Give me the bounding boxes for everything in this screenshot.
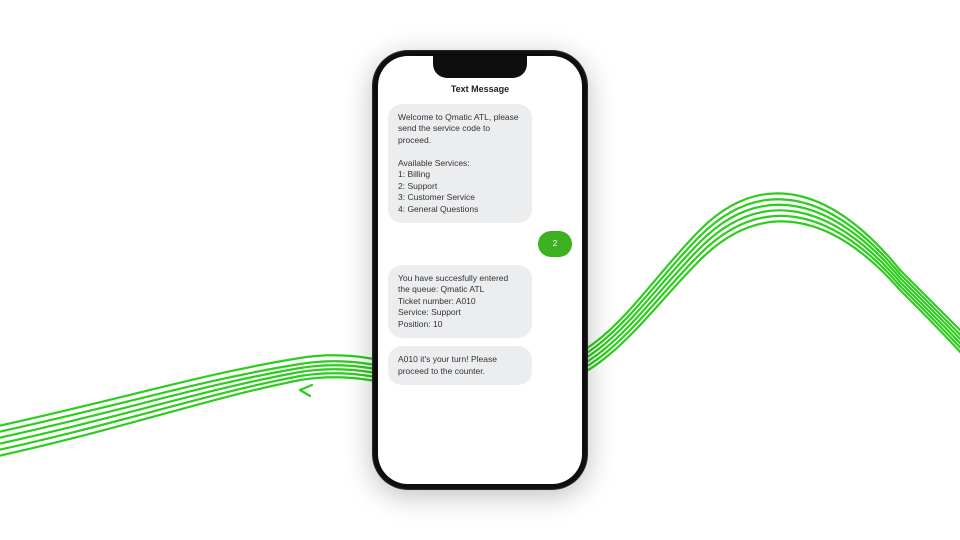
incoming-message: A010 it's your turn! Please proceed to t… — [388, 346, 532, 385]
phone-screen: Text Message Welcome to Qmatic ATL, plea… — [378, 56, 582, 484]
phone-notch — [433, 56, 527, 78]
incoming-message: Welcome to Qmatic ATL, please send the s… — [388, 104, 532, 223]
outgoing-message: 2 — [538, 231, 572, 256]
conversation-header: Text Message — [378, 80, 582, 100]
message-list: Welcome to Qmatic ATL, please send the s… — [378, 98, 582, 484]
phone-frame: Text Message Welcome to Qmatic ATL, plea… — [372, 50, 588, 490]
incoming-message: You have succesfully entered the queue: … — [388, 265, 532, 338]
